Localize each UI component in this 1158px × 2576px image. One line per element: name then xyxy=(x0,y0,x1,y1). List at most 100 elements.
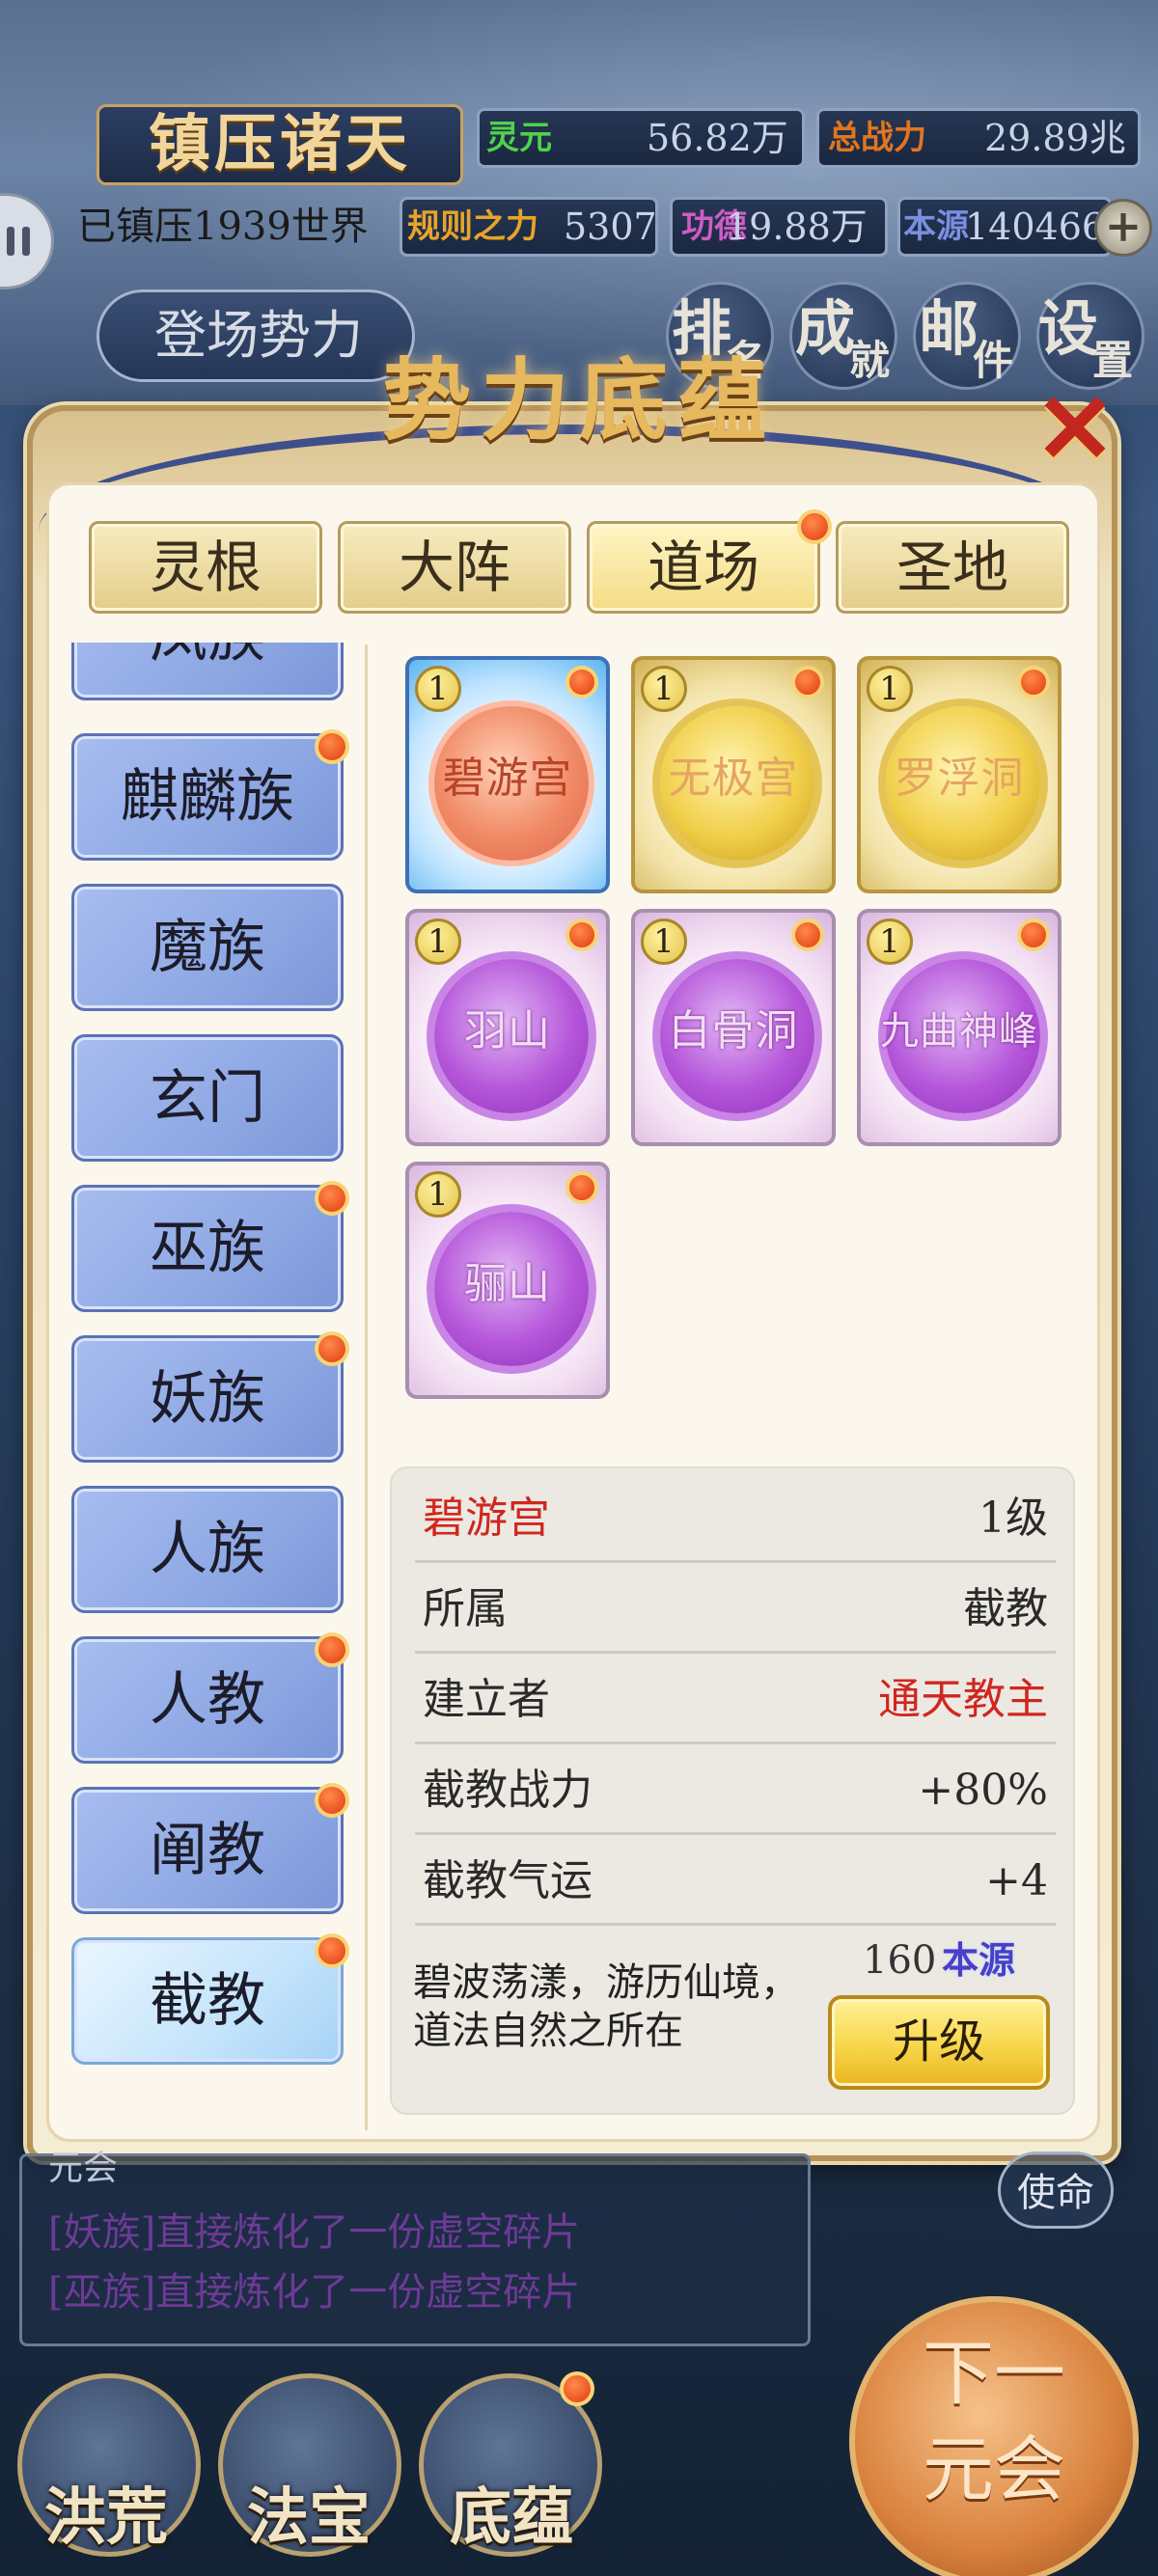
close-icon: ✕ xyxy=(1034,371,1116,485)
pause-icon xyxy=(7,227,14,256)
card-level-badge: 1 xyxy=(867,666,913,712)
next-era-line: 下一 xyxy=(923,2332,1065,2415)
stat-power-value: 29.89兆 xyxy=(984,117,1126,159)
stat-rules-label: 规则之力 xyxy=(407,207,538,246)
card-badge xyxy=(1017,666,1050,699)
detail-row-power: 截教战力 +80% xyxy=(415,1746,1056,1835)
list-badge-chanjiao xyxy=(315,1783,349,1818)
detail-row-key: 截教气运 xyxy=(423,1856,593,1905)
game-title: 镇压诸天 xyxy=(149,108,411,180)
card-badge xyxy=(791,666,824,699)
detail-description: 碧波荡漾，游历仙境， 道法自然之所在 xyxy=(413,1959,818,2074)
tab-shengdi[interactable]: 圣地 xyxy=(836,521,1069,614)
card-name: 罗浮洞 xyxy=(894,754,1025,803)
card-level-badge: 1 xyxy=(641,666,687,712)
stat-rules-value: 5307 xyxy=(564,206,657,248)
card-name: 碧游宫 xyxy=(442,754,573,803)
detail-row-founder: 建立者 通天教主 xyxy=(415,1656,1056,1744)
card-level-badge: 1 xyxy=(867,918,913,965)
list-badge-qilinzu xyxy=(315,729,349,764)
next-era-line: 元会 xyxy=(923,2428,1065,2511)
stat-lingyuan-value: 56.82万 xyxy=(647,117,788,159)
nav-fabao-label: 法宝 xyxy=(247,2481,371,2554)
card-badge xyxy=(565,666,598,699)
card-luofudong[interactable]: 罗浮洞 1 xyxy=(857,656,1062,893)
tab-dazhen[interactable]: 大阵 xyxy=(338,521,571,614)
list-item-renzu[interactable]: 人族 xyxy=(71,1486,344,1613)
detail-header-row: 碧游宫 1级 xyxy=(415,1474,1056,1563)
list-item-qilinzu[interactable]: 麒麟族 xyxy=(71,733,344,861)
list-item-fengzu[interactable]: 凤族 xyxy=(71,643,344,700)
card-jiuqushenfeng[interactable]: 九曲神峰 1 xyxy=(857,909,1062,1146)
nav-diyun-badge xyxy=(560,2371,594,2406)
detail-row-value: 截教 xyxy=(963,1584,1048,1633)
detail-row-fortune: 截教气运 +4 xyxy=(415,1837,1056,1926)
detail-row-value: 通天教主 xyxy=(878,1675,1048,1724)
card-yushan[interactable]: 羽山 1 xyxy=(405,909,610,1146)
tab-linggen[interactable]: 灵根 xyxy=(89,521,322,614)
card-badge xyxy=(565,918,598,951)
list-item-mozu[interactable]: 魔族 xyxy=(71,884,344,1011)
card-badge xyxy=(791,918,824,951)
stat-lingyuan-label: 灵元 xyxy=(486,119,552,157)
faction-list[interactable]: 凤族 麒麟族 魔族 玄门 巫族 妖族 人族 人教 阐教 截教 xyxy=(71,643,351,2067)
list-badge-wuzu xyxy=(315,1181,349,1216)
card-name: 九曲神峰 xyxy=(880,1009,1038,1054)
close-button[interactable]: ✕ xyxy=(1029,380,1121,477)
card-level-badge: 1 xyxy=(415,918,461,965)
tab-daochang[interactable]: 道场 xyxy=(587,521,820,614)
list-item-yaozu[interactable]: 妖族 xyxy=(71,1335,344,1463)
settings-char: 设 xyxy=(1038,293,1099,364)
log-header: 元会 xyxy=(48,2149,119,2188)
list-badge-yaozu xyxy=(315,1331,349,1366)
card-baigudong[interactable]: 白骨洞 1 xyxy=(631,909,836,1146)
nav-diyun-label: 底蕴 xyxy=(450,2481,573,2554)
upgrade-button[interactable]: 升级 xyxy=(828,1995,1050,2090)
detail-row-key: 所属 xyxy=(423,1584,508,1633)
stat-origin-label: 本源 xyxy=(903,207,969,246)
list-badge-renjiao xyxy=(315,1632,349,1667)
card-name: 白骨洞 xyxy=(668,1006,799,1055)
card-name: 骊山 xyxy=(464,1259,551,1308)
card-biyougong[interactable]: 碧游宫 1 xyxy=(405,656,610,893)
detail-name: 碧游宫 xyxy=(423,1494,550,1543)
list-badge-jiejiao xyxy=(315,1933,349,1968)
column-divider xyxy=(365,644,368,2130)
mail-sub: 件 xyxy=(973,337,1014,384)
description-line: 道法自然之所在 xyxy=(413,2009,683,2053)
description-line: 碧波荡漾，游历仙境， xyxy=(413,1960,799,2005)
plus-icon: + xyxy=(1104,200,1143,252)
log-line: [巫族]直接炼化了一份虚空碎片 xyxy=(48,2270,581,2315)
detail-row-affiliation: 所属 截教 xyxy=(415,1565,1056,1654)
list-item-renjiao[interactable]: 人教 xyxy=(71,1636,344,1764)
card-level-badge: 1 xyxy=(415,666,461,712)
list-item-xuanmen[interactable]: 玄门 xyxy=(71,1034,344,1162)
detail-level: 1级 xyxy=(979,1494,1048,1543)
detail-row-value: +80% xyxy=(918,1766,1048,1815)
mission-button[interactable]: 使命 xyxy=(998,2151,1114,2229)
list-item-wuzu[interactable]: 巫族 xyxy=(71,1185,344,1312)
next-era-label: 下一 元会 xyxy=(868,2325,1119,2547)
card-level-badge: 1 xyxy=(641,918,687,965)
card-name: 无极宫 xyxy=(668,754,799,803)
stat-origin-value: 140466 xyxy=(965,206,1106,248)
card-name: 羽山 xyxy=(464,1006,551,1055)
card-badge xyxy=(1017,918,1050,951)
add-origin-button[interactable]: + xyxy=(1094,199,1152,257)
stat-power-label: 总战力 xyxy=(828,119,926,157)
detail-row-value: +4 xyxy=(985,1856,1048,1905)
list-item-chanjiao[interactable]: 阐教 xyxy=(71,1787,344,1914)
nav-honghuang-label: 洪荒 xyxy=(44,2481,168,2554)
card-lishan[interactable]: 骊山 1 xyxy=(405,1162,610,1399)
card-wujigong[interactable]: 无极宫 1 xyxy=(631,656,836,893)
mail-char: 邮 xyxy=(919,293,979,364)
log-line: [妖族]直接炼化了一份虚空碎片 xyxy=(48,2210,581,2255)
detail-row-key: 截教战力 xyxy=(423,1766,593,1815)
suppressed-worlds-text: 已镇压1939世界 xyxy=(77,205,369,249)
card-level-badge: 1 xyxy=(415,1171,461,1218)
list-item-jiejiao[interactable]: 截教 xyxy=(71,1937,344,2065)
detail-row-key: 建立者 xyxy=(423,1675,550,1724)
tab-daochang-badge xyxy=(797,509,832,544)
upgrade-cost-amount: 160 xyxy=(863,1938,937,1983)
card-badge xyxy=(565,1171,598,1204)
